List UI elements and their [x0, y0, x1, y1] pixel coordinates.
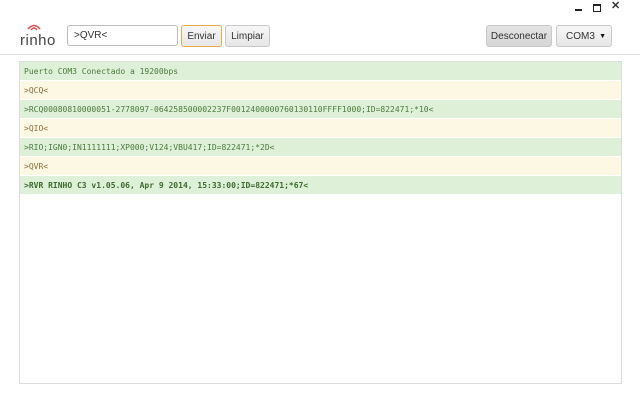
toolbar: rinho Enviar Limpiar Desconectar COM3 ▼ [0, 16, 640, 55]
command-input[interactable] [67, 25, 178, 46]
port-select[interactable]: COM3 ▼ [556, 25, 612, 47]
logo-text: rinho [20, 32, 56, 49]
console-line: Puerto COM3 Conectado a 19200bps [20, 62, 621, 81]
signal-icon [27, 24, 41, 31]
app-logo: rinho [18, 22, 58, 50]
clear-button[interactable]: Limpiar [225, 25, 270, 47]
console-line: >RVR RINHO C3 v1.05.06, Apr 9 2014, 15:3… [20, 176, 621, 195]
console-output[interactable]: Puerto COM3 Conectado a 19200bps >QCQ< >… [19, 61, 622, 384]
port-selected-value: COM3 [566, 30, 595, 42]
console-line: >RIO;IGN0;IN1111111;XP000;V124;VBU417;ID… [20, 138, 621, 157]
console-line: >QIO< [20, 119, 621, 138]
title-bar: ✕ [0, 0, 640, 14]
disconnect-button[interactable]: Desconectar [486, 25, 552, 47]
close-icon[interactable]: ✕ [611, 1, 620, 12]
console-line: >QVR< [20, 157, 621, 176]
console-line: >RCQ00080810000051-2778097-0642585000022… [20, 100, 621, 119]
console-line: >QCQ< [20, 81, 621, 100]
caret-down-icon: ▼ [599, 33, 606, 40]
send-button[interactable]: Enviar [181, 25, 222, 47]
